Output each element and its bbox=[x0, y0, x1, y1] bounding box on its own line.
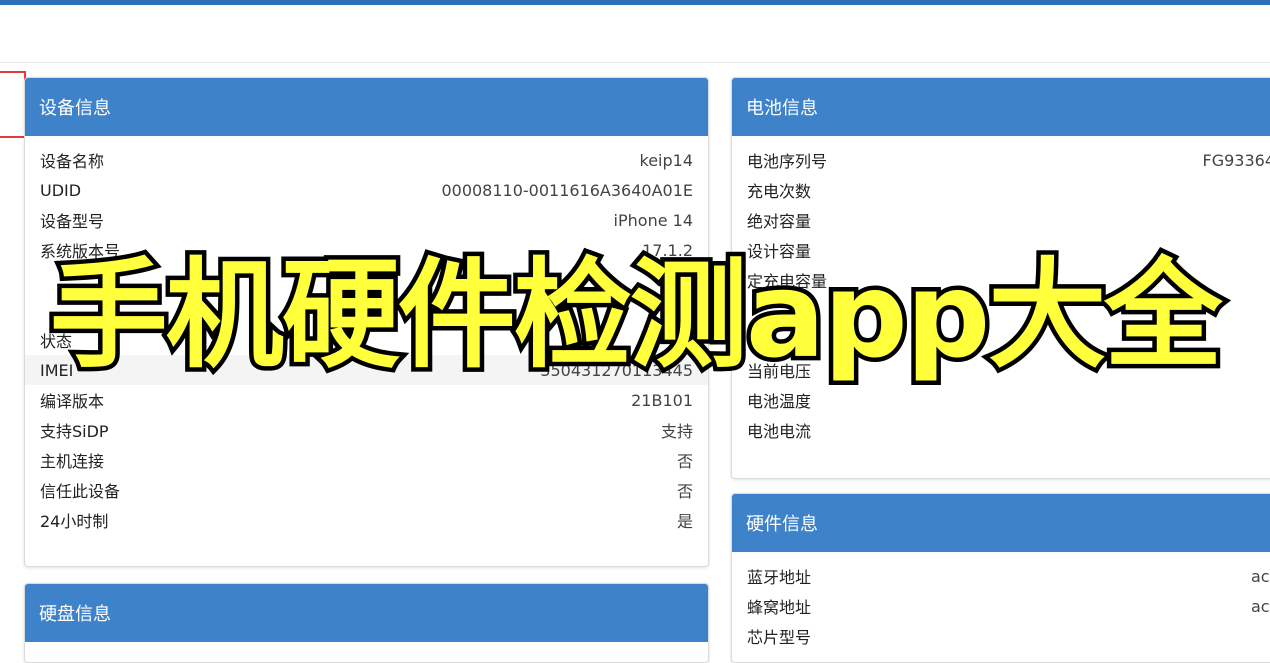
hardware-info-rows: 蓝牙地址ac: 蜂窝地址ac: 芯片型号 bbox=[732, 552, 1270, 651]
battery-info-header: 电池信息 bbox=[732, 78, 1270, 136]
disk-info-title: 硬盘信息 bbox=[39, 604, 111, 625]
device-row-name: 设备名称 keip14 bbox=[40, 150, 693, 172]
toolbar-divider bbox=[0, 62, 1270, 63]
device-row-host-connected: 主机连接否 bbox=[40, 452, 693, 471]
battery-row-absolute-capacity: 绝对容量 bbox=[747, 212, 812, 231]
selection-marker bbox=[0, 71, 26, 138]
hardware-info-header: 硬件信息 bbox=[732, 494, 1270, 552]
hardware-row-chip: 芯片型号 bbox=[747, 628, 812, 647]
battery-row-cycles: 充电次数 bbox=[747, 182, 812, 201]
device-row-udid: UDID 00008110-0011616A3640A01E bbox=[40, 180, 693, 200]
device-row-sidp: 支持SiDP 支持 bbox=[40, 422, 693, 441]
hardware-row-cellular: 蜂窝地址ac: bbox=[747, 596, 1270, 618]
disk-info-header: 硬盘信息 bbox=[25, 584, 708, 642]
disk-info-panel: 硬盘信息 bbox=[24, 583, 709, 663]
top-accent-bar bbox=[0, 0, 1270, 5]
device-info-header: 设备信息 bbox=[25, 78, 708, 136]
battery-row-temperature: 电池温度 bbox=[747, 392, 812, 411]
hardware-info-title: 硬件信息 bbox=[746, 514, 818, 535]
hardware-info-panel: 硬件信息 蓝牙地址ac: 蜂窝地址ac: 芯片型号 bbox=[731, 493, 1270, 663]
overlay-banner-title: 手机硬件检测app大全 bbox=[45, 242, 1227, 389]
battery-info-title: 电池信息 bbox=[746, 98, 818, 119]
battery-row-serial: 电池序列号 FG93364 bbox=[747, 150, 1270, 172]
device-row-24h: 24小时制是 bbox=[40, 512, 693, 531]
device-row-build: 编译版本 21B101 bbox=[40, 390, 693, 412]
device-info-title: 设备信息 bbox=[39, 98, 111, 119]
device-row-model: 设备型号 iPhone 14 bbox=[40, 210, 693, 232]
device-row-trusted: 信任此设备否 bbox=[40, 482, 693, 501]
battery-row-current: 电池电流 bbox=[747, 422, 812, 441]
hardware-row-bluetooth: 蓝牙地址ac: bbox=[747, 566, 1270, 588]
